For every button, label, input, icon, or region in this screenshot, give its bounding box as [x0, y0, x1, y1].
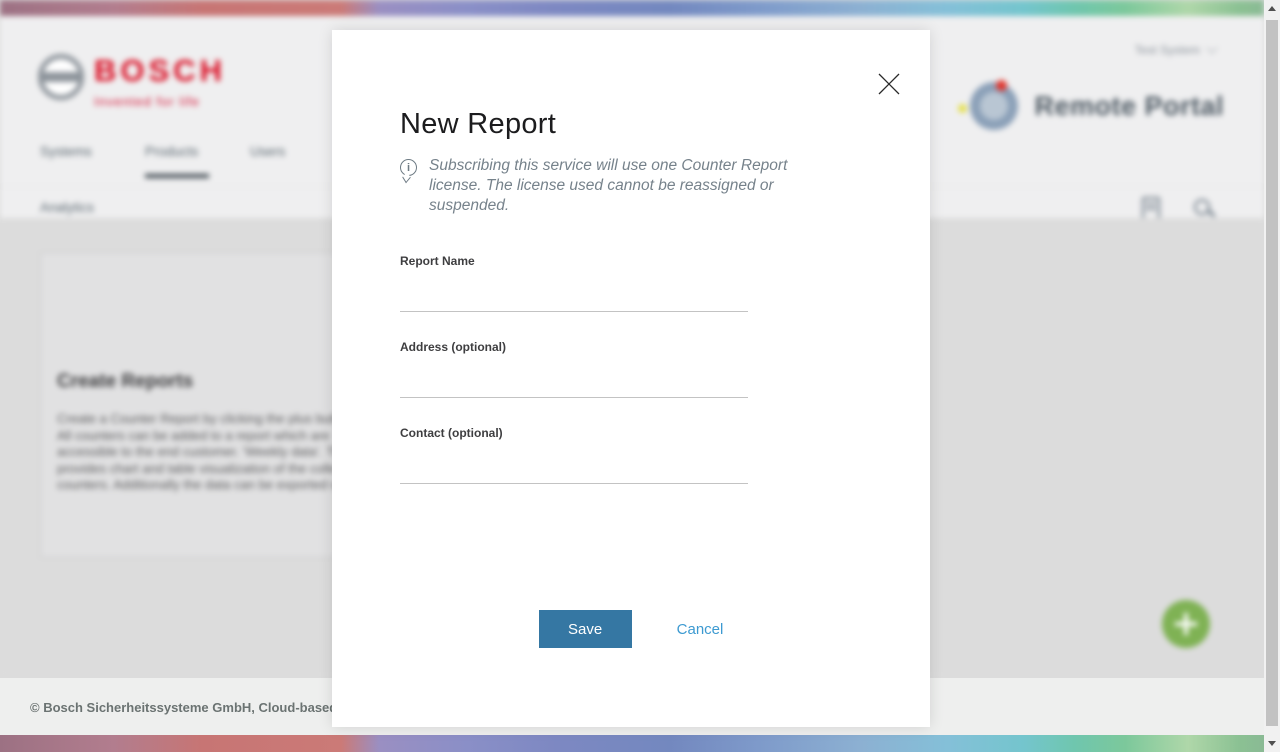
cancel-button[interactable]: Cancel	[677, 621, 724, 638]
portal-brand: Remote Portal	[970, 82, 1224, 130]
report-name-label: Report Name	[400, 254, 748, 268]
modal-title: New Report	[400, 108, 556, 141]
remote-portal-app: BOSCH Invented for life Test System Remo…	[0, 0, 1280, 752]
icon-yellow-dot	[958, 104, 967, 113]
nav-item-systems[interactable]: Systems	[40, 144, 92, 159]
contact-field-group: Contact (optional)	[400, 426, 748, 484]
close-icon[interactable]	[876, 71, 902, 97]
save-button[interactable]: Save	[539, 610, 632, 648]
address-field-group: Address (optional)	[400, 340, 748, 398]
contact-input[interactable]	[400, 448, 748, 484]
system-selector-label: Test System	[1135, 43, 1200, 57]
chevron-down-icon	[1206, 42, 1217, 53]
bosch-supergraphic-top	[0, 0, 1264, 16]
info-text: Subscribing this service will use one Co…	[429, 156, 814, 216]
remote-portal-icon	[970, 82, 1018, 130]
bosch-tagline: Invented for life	[94, 94, 226, 109]
nav-item-products[interactable]: Products	[145, 144, 198, 159]
triangle-down-icon	[1268, 741, 1276, 746]
card-title: Create Reports	[57, 371, 193, 393]
bosch-supergraphic-bottom	[0, 735, 1264, 752]
icon-red-dot	[996, 80, 1007, 91]
nav-item-users[interactable]: Users	[250, 144, 285, 159]
address-label: Address (optional)	[400, 340, 748, 354]
report-name-input[interactable]	[400, 276, 748, 312]
bosch-logo: BOSCH Invented for life	[38, 54, 226, 109]
new-report-modal: New Report i Subscribing this service wi…	[332, 30, 930, 727]
address-input[interactable]	[400, 362, 748, 398]
add-report-fab[interactable]	[1162, 600, 1210, 648]
subnav-item-analytics[interactable]: Analytics	[40, 200, 94, 215]
license-info-note: i Subscribing this service will use one …	[400, 156, 820, 216]
contact-label: Contact (optional)	[400, 426, 748, 440]
info-icon: i	[400, 159, 417, 176]
active-tab-indicator	[145, 174, 209, 178]
copyright-text: © Bosch Sicherheitssysteme GmbH, Cloud-b…	[30, 700, 362, 715]
scroll-down-button[interactable]	[1264, 735, 1280, 752]
system-selector-dropdown[interactable]: Test System	[1135, 43, 1216, 57]
modal-actions: Save Cancel	[332, 610, 930, 648]
scroll-up-button[interactable]	[1264, 0, 1280, 17]
report-name-field-group: Report Name	[400, 254, 748, 312]
bosch-anchor-icon	[38, 54, 84, 100]
portal-title: Remote Portal	[1034, 91, 1224, 122]
triangle-up-icon	[1268, 6, 1276, 11]
scrollbar-thumb[interactable]	[1266, 20, 1278, 726]
browser-scrollbar[interactable]	[1264, 0, 1280, 752]
bosch-wordmark: BOSCH	[94, 54, 226, 88]
